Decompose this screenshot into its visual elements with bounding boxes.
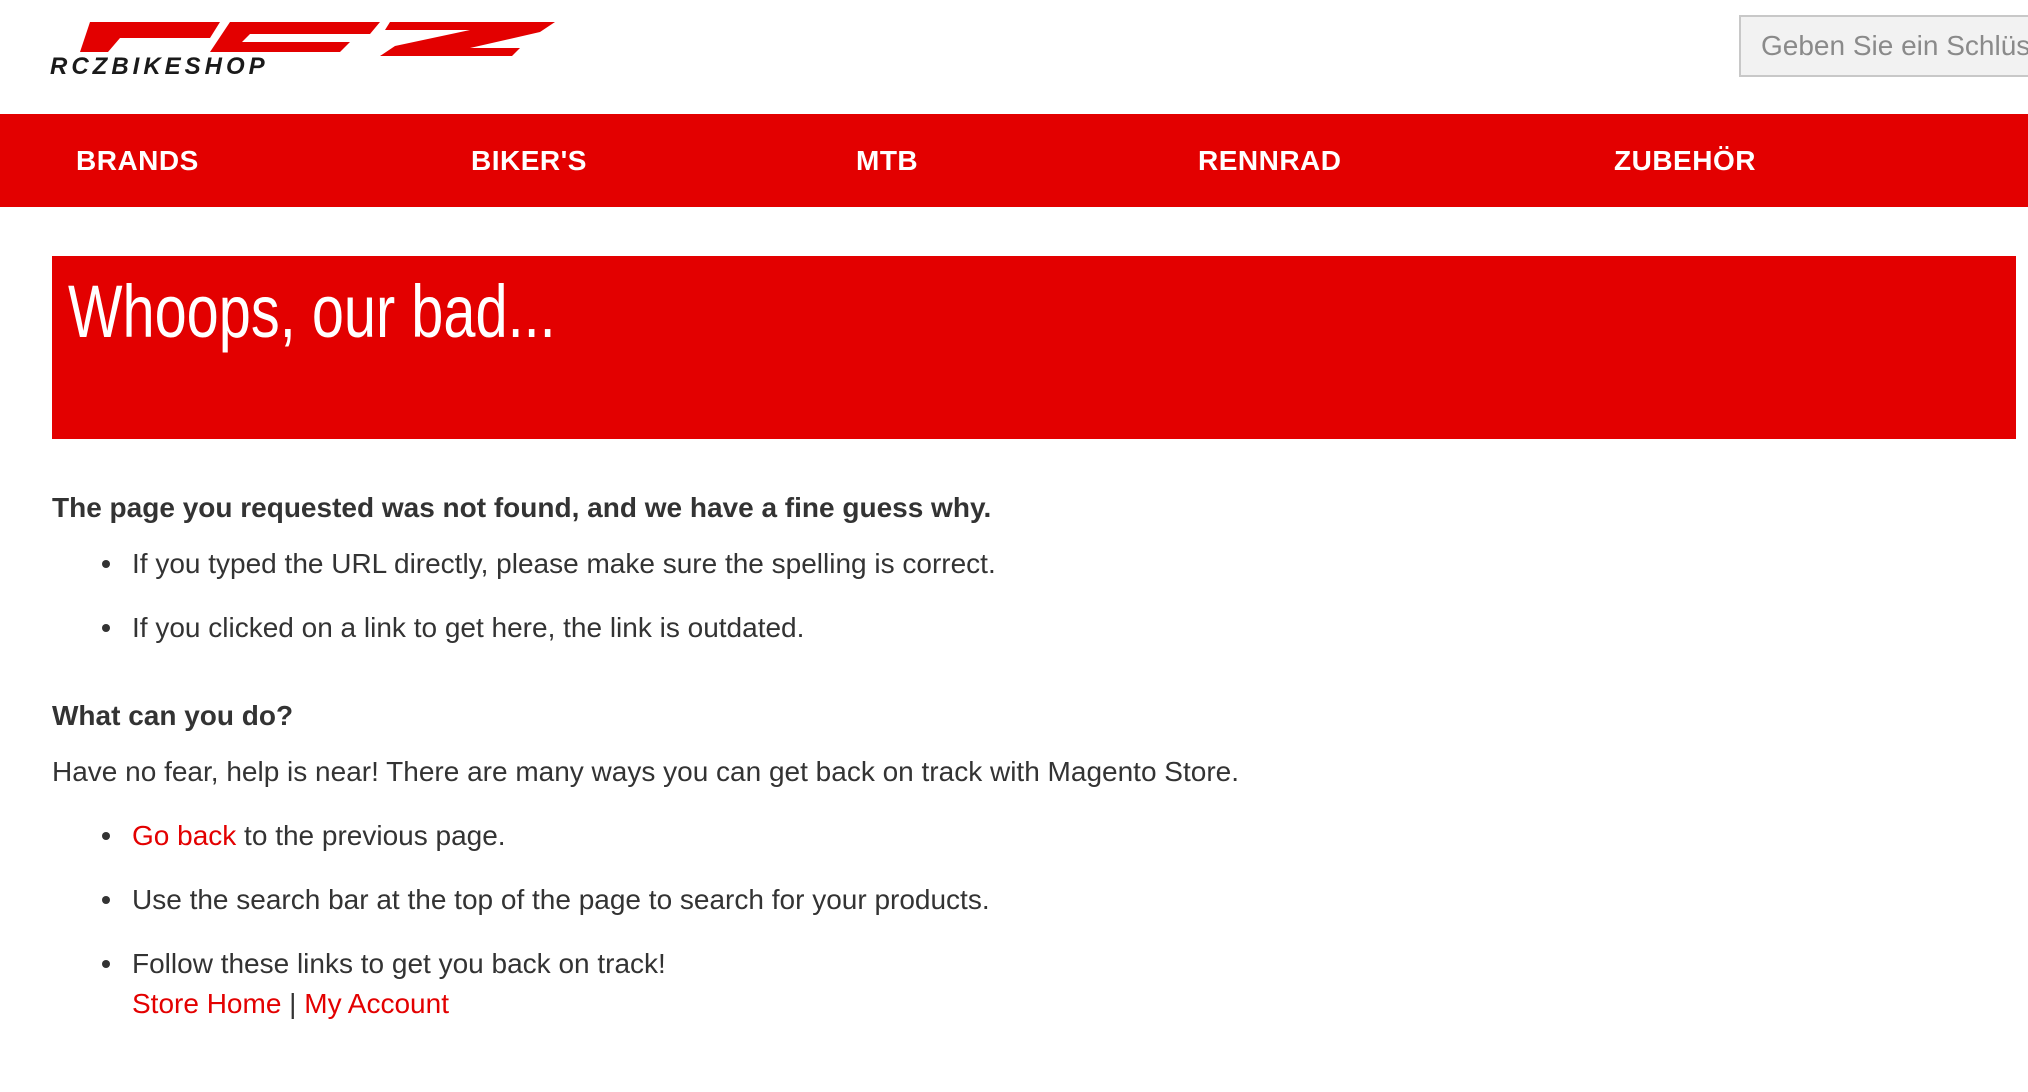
bullet-icon: [102, 560, 110, 568]
not-found-heading: The page you requested was not found, an…: [52, 492, 992, 523]
my-account-link[interactable]: My Account: [304, 988, 449, 1019]
nav-item-mtb[interactable]: MTB: [856, 114, 918, 207]
quick-links: Store Home | My Account: [132, 984, 449, 1024]
nav-item-bikers[interactable]: BIKER'S: [471, 114, 587, 207]
link-separator: |: [281, 988, 305, 1019]
site-logo[interactable]: RCZBIKESHOP: [50, 18, 555, 76]
search-input[interactable]: [1739, 15, 2028, 77]
reason-text: If you typed the URL directly, please ma…: [132, 548, 996, 579]
follow-links-text: Follow these links to get you back on tr…: [132, 948, 666, 979]
list-item: Follow these links to get you back on tr…: [102, 944, 666, 984]
list-item: If you clicked on a link to get here, th…: [102, 608, 805, 648]
main-navigation: BRANDS BIKER'S MTB RENNRAD ZUBEHÖR: [0, 114, 2028, 207]
go-back-text: to the previous page.: [236, 820, 506, 851]
svg-text:RCZBIKESHOP: RCZBIKESHOP: [50, 53, 269, 76]
store-home-link[interactable]: Store Home: [132, 988, 281, 1019]
list-item: Use the search bar at the top of the pag…: [102, 880, 990, 920]
nav-item-zubehoer[interactable]: ZUBEHÖR: [1614, 114, 1756, 207]
page-title: Whoops, our bad...: [68, 270, 556, 353]
nav-item-rennrad[interactable]: RENNRAD: [1198, 114, 1342, 207]
what-can-you-do-heading: What can you do?: [52, 700, 294, 731]
site-header: RCZBIKESHOP: [0, 0, 2028, 114]
rcz-logo-icon: RCZBIKESHOP: [50, 22, 555, 76]
list-item: If you typed the URL directly, please ma…: [102, 544, 996, 584]
reason-text: If you clicked on a link to get here, th…: [132, 612, 805, 643]
list-item: Go back to the previous page.: [102, 816, 506, 856]
nav-item-brands[interactable]: BRANDS: [76, 114, 199, 207]
bullet-icon: [102, 832, 110, 840]
go-back-link[interactable]: Go back: [132, 820, 236, 851]
bullet-icon: [102, 896, 110, 904]
search-tip-text: Use the search bar at the top of the pag…: [132, 884, 990, 915]
error-banner: Whoops, our bad...: [52, 256, 2016, 439]
bullet-icon: [102, 624, 110, 632]
bullet-icon: [102, 960, 110, 968]
help-intro-text: Have no fear, help is near! There are ma…: [52, 756, 1240, 787]
